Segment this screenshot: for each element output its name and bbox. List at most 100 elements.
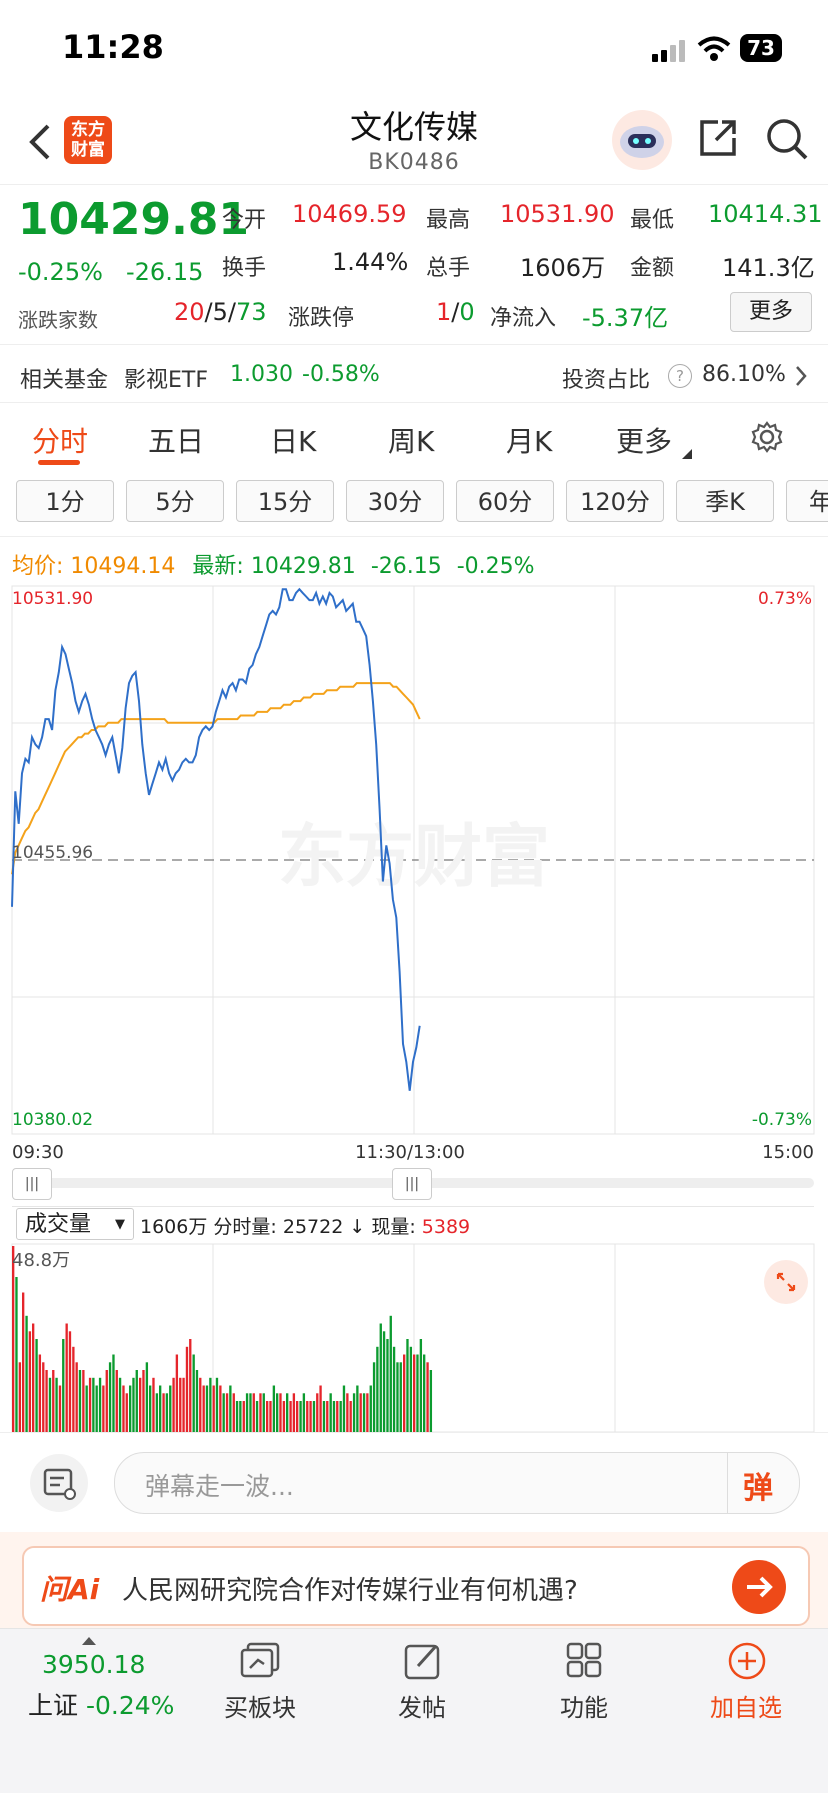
battery-icon: 73 (740, 34, 782, 62)
chart-tabs: 分时 五日 日K 周K 月K 更多 (0, 414, 828, 470)
watermark: 东方财富 (278, 818, 550, 897)
tab-more[interactable]: 更多 (616, 420, 672, 460)
tab-weekly-k[interactable]: 周K (388, 420, 434, 460)
status-bar: 11:28 73 (0, 0, 828, 100)
volume-bar (259, 1393, 262, 1432)
volume-bar (399, 1362, 402, 1432)
volume-bar (38, 1354, 42, 1432)
fund-name[interactable]: 影视ETF (124, 362, 208, 394)
arrow-right-icon[interactable] (732, 1560, 786, 1614)
buy-sector-button[interactable]: 买板块 (212, 1640, 308, 1722)
limit-value: 1/0 (436, 298, 475, 326)
volume-bar (92, 1377, 95, 1432)
functions-label: 功能 (560, 1694, 608, 1722)
danmu-input[interactable]: 弹幕走一波... 弹 (114, 1452, 800, 1514)
volume-bar (162, 1393, 165, 1432)
indicator-selector-label: 成交量 (25, 1212, 92, 1237)
volume-bar (406, 1339, 409, 1432)
index-value[interactable]: 3950.18 (42, 1650, 145, 1679)
period-60m[interactable]: 60分 (456, 480, 554, 522)
volume-bar (135, 1370, 138, 1432)
add-watchlist-button[interactable]: 加自选 (698, 1640, 794, 1722)
divider (0, 344, 828, 345)
period-1m[interactable]: 1分 (16, 480, 114, 522)
volume-bar (392, 1346, 396, 1432)
signal-icon (652, 40, 688, 66)
post-label: 发帖 (398, 1694, 446, 1722)
volume-bar (376, 1346, 379, 1432)
period-quarter-k[interactable]: 季K (676, 480, 774, 522)
index-row[interactable]: 上证 -0.24% (28, 1686, 174, 1722)
share-icon[interactable] (696, 116, 740, 164)
tab-monthly-k[interactable]: 月K (506, 420, 552, 460)
volume-bar (22, 1292, 25, 1432)
volume-bar (139, 1377, 142, 1432)
period-year-k[interactable]: 年 (786, 480, 828, 522)
limit-up: 1 (436, 298, 452, 326)
tab-intraday[interactable]: 分时 (32, 420, 88, 460)
indicator-selector[interactable]: 成交量 ▼ (16, 1208, 134, 1240)
volume-bar (356, 1385, 359, 1432)
volume-bar (108, 1362, 112, 1432)
fund-pct: -0.58% (302, 362, 380, 387)
volume-bar (172, 1377, 175, 1432)
volume-bar (179, 1377, 182, 1432)
breadth-label: 涨跌家数 (18, 308, 98, 332)
y-bottom-label: 10380.02 (12, 1110, 93, 1130)
latest-pct: -0.25% (456, 554, 535, 579)
help-icon[interactable]: ? (668, 364, 692, 388)
range-slider-left-handle[interactable]: ||| (12, 1168, 52, 1200)
period-15m[interactable]: 15分 (236, 480, 334, 522)
chart-legend: 均价: 10494.14 最新: 10429.81 -26.15 -0.25% (12, 548, 535, 580)
volume-bar-chart[interactable]: 48.8万 (0, 1242, 828, 1432)
volume-bar (413, 1354, 416, 1432)
ai-question: 人民网研究院合作对传媒行业有何机遇? (122, 1576, 578, 1606)
volume-bar (62, 1339, 65, 1432)
functions-button[interactable]: 功能 (536, 1640, 632, 1722)
ai-logo: 问Ai (40, 1573, 100, 1606)
volume-bar (12, 1246, 15, 1432)
search-icon[interactable] (764, 116, 810, 166)
index-pct: -0.24% (85, 1691, 175, 1720)
volume-bar (423, 1354, 426, 1432)
volume-bar (169, 1385, 172, 1432)
ai-banner[interactable]: 问Ai 人民网研究院合作对传媒行业有何机遇? (22, 1546, 810, 1626)
volume-bar (419, 1339, 423, 1432)
low-label: 最低 (630, 208, 675, 233)
x-label-noon: 11:30/13:00 (355, 1142, 465, 1160)
volume-bar (35, 1339, 38, 1432)
volume-bar (182, 1377, 185, 1432)
volume-bar (212, 1385, 215, 1432)
range-slider-right-handle[interactable]: ||| (392, 1168, 432, 1200)
volume-bar (276, 1393, 279, 1432)
settings-gear-icon[interactable] (750, 420, 784, 458)
period-120m[interactable]: 120分 (566, 480, 664, 522)
danmu-toggle-button[interactable]: 弹 (743, 1463, 773, 1507)
volume-bar (322, 1401, 326, 1432)
buy-sector-icon (238, 1640, 284, 1686)
plus-circle-icon (726, 1640, 768, 1686)
tab-daily-k[interactable]: 日K (270, 420, 316, 460)
volume-bar (416, 1354, 419, 1432)
robot-assistant-icon[interactable] (612, 110, 672, 170)
post-button[interactable]: 发帖 (374, 1640, 470, 1722)
volume-bar (255, 1401, 259, 1432)
volume-bar (42, 1362, 45, 1432)
chevron-right-icon[interactable] (794, 364, 808, 392)
change-value: -26.15 (126, 258, 204, 286)
index-name: 上证 (28, 1691, 79, 1720)
comment-list-icon[interactable] (30, 1454, 88, 1512)
tab-active-indicator (38, 460, 80, 465)
volume-bar (25, 1315, 28, 1432)
expand-icon[interactable] (764, 1260, 808, 1304)
volume-bar (159, 1385, 162, 1432)
tab-five-day[interactable]: 五日 (148, 420, 204, 460)
pct-top-label: 0.73% (758, 589, 812, 609)
intraday-price-chart[interactable]: 东方财富 10531.90 10455.96 10380.02 0.73% -0… (0, 580, 828, 1160)
volume-bar (88, 1377, 92, 1432)
period-30m[interactable]: 30分 (346, 480, 444, 522)
volume-bar (48, 1377, 52, 1432)
more-button[interactable]: 更多 (730, 292, 812, 332)
latest-chg: -26.15 (370, 554, 442, 579)
period-5m[interactable]: 5分 (126, 480, 224, 522)
